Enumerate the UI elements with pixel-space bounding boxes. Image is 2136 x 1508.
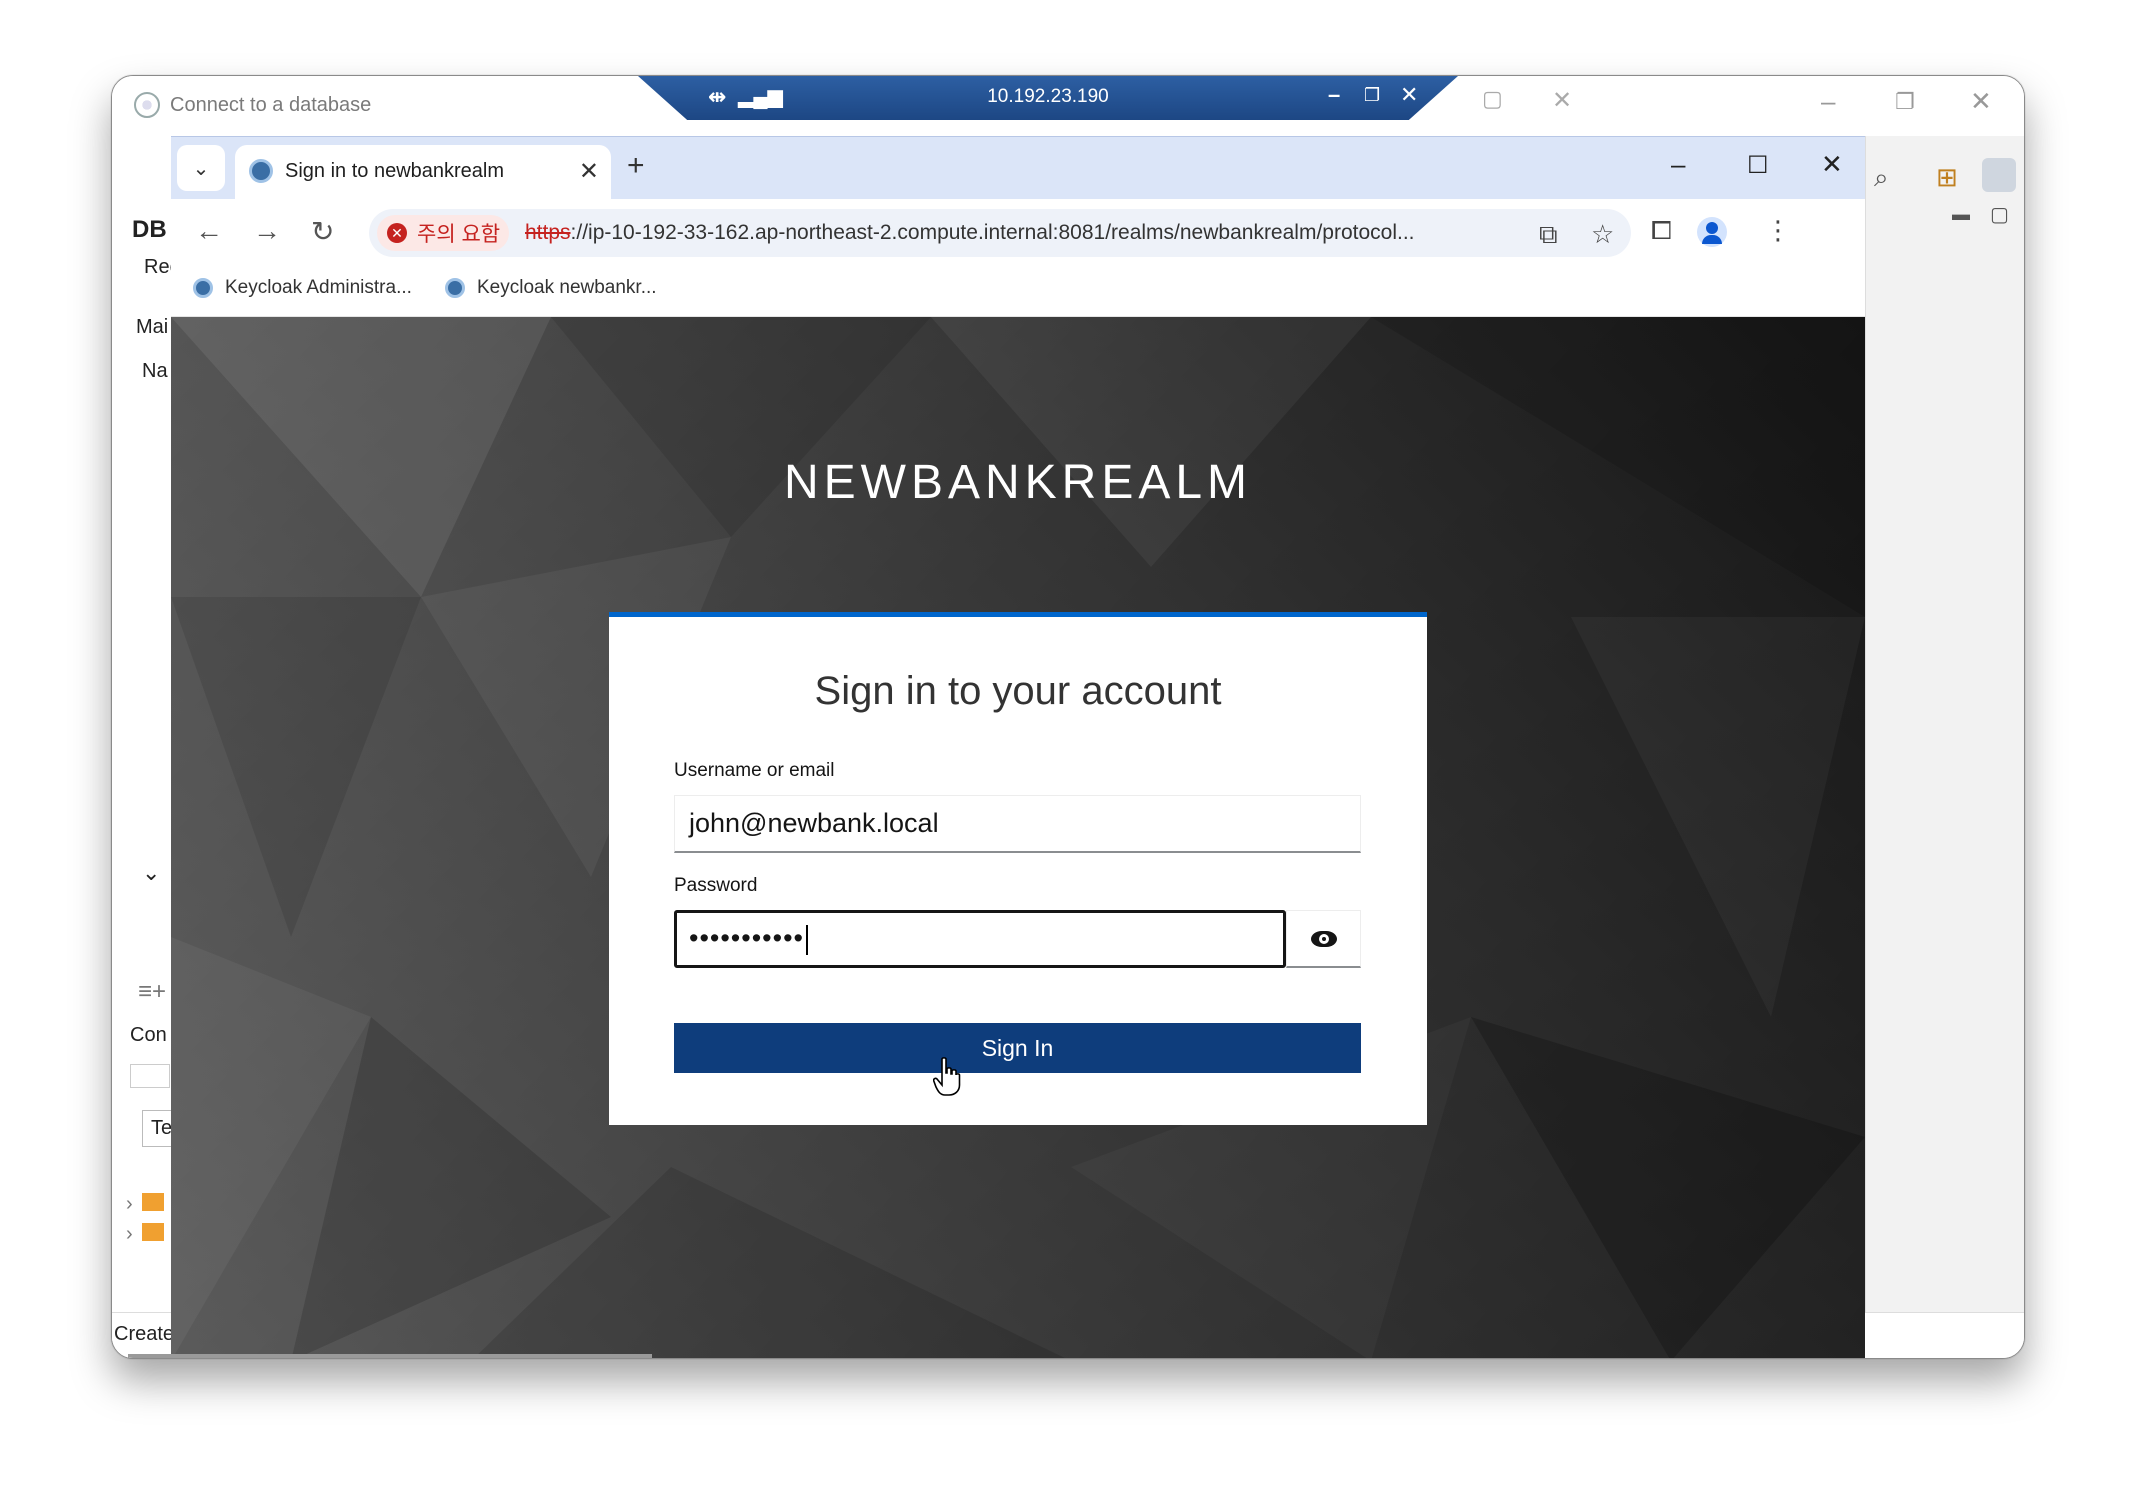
panel-minimize-icon[interactable]: ▬ — [1952, 204, 1970, 225]
db-tool-right-panel: ⌕ ⊞ ▬ ▢ — [1865, 136, 2024, 1358]
db-minimize-button[interactable]: – — [1821, 86, 1835, 117]
panel-maximize-icon[interactable]: ▢ — [1990, 202, 2009, 227]
url-rest: ://ip-10-192-33-162.ap-northeast-2.compu… — [570, 221, 1415, 244]
url-scheme: https — [525, 221, 571, 244]
conn-field[interactable] — [130, 1064, 170, 1088]
db-tool-left-panel: DB Rec Mai Na ⌄ ≡+ Con Te › › — [112, 136, 182, 1358]
close-icon[interactable]: ✕ — [579, 157, 599, 186]
password-mask: ••••••••••• — [689, 923, 804, 953]
browser-window: ⌄ Sign in to newbankrealm ✕ + – ☐ ✕ ← → … — [171, 136, 1865, 1358]
tab-sign-in[interactable]: Sign in to newbankrealm ✕ — [235, 145, 611, 199]
realm-title: NEWBANKREALM — [783, 456, 1253, 509]
db-label: DB — [132, 216, 167, 243]
browser-toolbar: ← → ↻ ✕ 주의 요함 https://ip-10-192-33-162.a… — [171, 199, 1865, 263]
security-warning-label: 주의 요함 — [417, 223, 501, 246]
error-icon: ✕ — [387, 223, 407, 243]
address-bar[interactable]: ✕ 주의 요함 https://ip-10-192-33-162.ap-nort… — [369, 209, 1631, 257]
bookmark-label: Keycloak newbankr... — [477, 277, 657, 298]
rdp-window-maximize-icon[interactable]: ▢ — [1482, 86, 1503, 112]
security-warning-chip[interactable]: ✕ 주의 요함 — [377, 215, 509, 251]
hand-cursor-icon — [933, 1057, 961, 1096]
bookmark-keycloak-newbank[interactable]: Keycloak newbankr... — [445, 277, 657, 299]
sign-in-button[interactable]: Sign In — [674, 1023, 1361, 1073]
db-close-button[interactable]: ✕ — [1970, 86, 1992, 117]
profile-icon[interactable] — [1697, 217, 1727, 247]
rdp-connection-bar: ⇹ ▂▄▆ 10.192.23.190 – ❐ ✕ — [638, 76, 1458, 120]
plus-icon[interactable]: + — [627, 149, 645, 183]
expand-chevron-icon[interactable]: ⌄ — [142, 860, 160, 886]
bookmark-label: Keycloak Administra... — [225, 277, 412, 298]
translate-icon[interactable]: ⧉ — [1539, 219, 1558, 251]
perspective-icon[interactable]: ⊞ — [1936, 162, 1958, 193]
tree-expand-icon[interactable]: › — [126, 1193, 133, 1216]
card-title: Sign in to your account — [814, 669, 1222, 713]
password-input[interactable]: ••••••••••• — [674, 910, 1286, 968]
app-icon — [134, 92, 160, 118]
main-tab[interactable]: Mai — [136, 316, 168, 339]
add-list-icon[interactable]: ≡+ — [138, 978, 166, 1006]
url-text[interactable]: https://ip-10-192-33-162.ap-northeast-2.… — [525, 221, 1415, 245]
username-label: Username or email — [674, 760, 835, 781]
db-tool-title: Connect to a database — [170, 94, 372, 116]
conn-label: Con — [130, 1024, 167, 1046]
favicon-keycloak — [193, 277, 213, 298]
bookmarks-bar: Keycloak Administra... Keycloak newbankr… — [171, 263, 1865, 317]
browser-close-button[interactable]: ✕ — [1821, 149, 1843, 180]
rdp-close-button[interactable]: ✕ — [1400, 82, 1418, 108]
tab-title: Sign in to newbankrealm — [285, 160, 505, 182]
show-password-button[interactable] — [1286, 910, 1361, 968]
browser-minimize-button[interactable]: – — [1671, 149, 1685, 180]
name-label: Na — [142, 360, 168, 382]
text-caret — [805, 924, 808, 955]
tab-strip: ⌄ Sign in to newbankrealm ✕ + – ☐ ✕ — [171, 137, 1865, 199]
reload-icon[interactable]: ↻ — [311, 215, 334, 248]
tree-expand-icon[interactable]: › — [126, 1223, 133, 1246]
bookmark-keycloak-admin[interactable]: Keycloak Administra... — [193, 277, 412, 299]
login-card: Sign in to your account Username or emai… — [609, 612, 1427, 1125]
eye-icon — [1310, 930, 1337, 947]
favicon-keycloak — [249, 159, 273, 183]
horizontal-scrollbar[interactable] — [128, 1354, 652, 1358]
browser-maximize-button[interactable]: ☐ — [1747, 151, 1769, 180]
desktop-screenshot-frame: Connect to a database – ❐ ✕ DB Rec Mai N… — [111, 75, 2025, 1359]
extensions-icon[interactable]: ⧠ — [1651, 215, 1672, 247]
star-icon[interactable]: ☆ — [1591, 219, 1614, 250]
rdp-minimize-button[interactable]: – — [1328, 82, 1340, 108]
username-input[interactable]: john@newbank.local — [674, 795, 1361, 853]
search-icon[interactable]: ⌕ — [1874, 162, 1889, 194]
rdp-restore-button[interactable]: ❐ — [1364, 85, 1380, 106]
back-arrow-icon[interactable]: ← — [195, 215, 223, 247]
rdp-window-close-icon[interactable]: ✕ — [1552, 86, 1572, 115]
folder-icon — [142, 1193, 164, 1211]
create-label: Create — [114, 1323, 175, 1345]
favicon-keycloak — [445, 277, 465, 298]
workspace-icon[interactable] — [1982, 158, 2016, 192]
folder-icon — [142, 1223, 164, 1241]
password-label: Password — [674, 875, 758, 896]
page-viewport: NEWBANKREALM Sign in to your account Use… — [171, 317, 1865, 1358]
tab-list-icon[interactable]: ⌄ — [177, 145, 225, 191]
db-restore-button[interactable]: ❐ — [1895, 89, 1915, 115]
kebab-menu-icon[interactable]: ⋮ — [1765, 215, 1791, 246]
forward-arrow-icon[interactable]: → — [253, 215, 281, 247]
